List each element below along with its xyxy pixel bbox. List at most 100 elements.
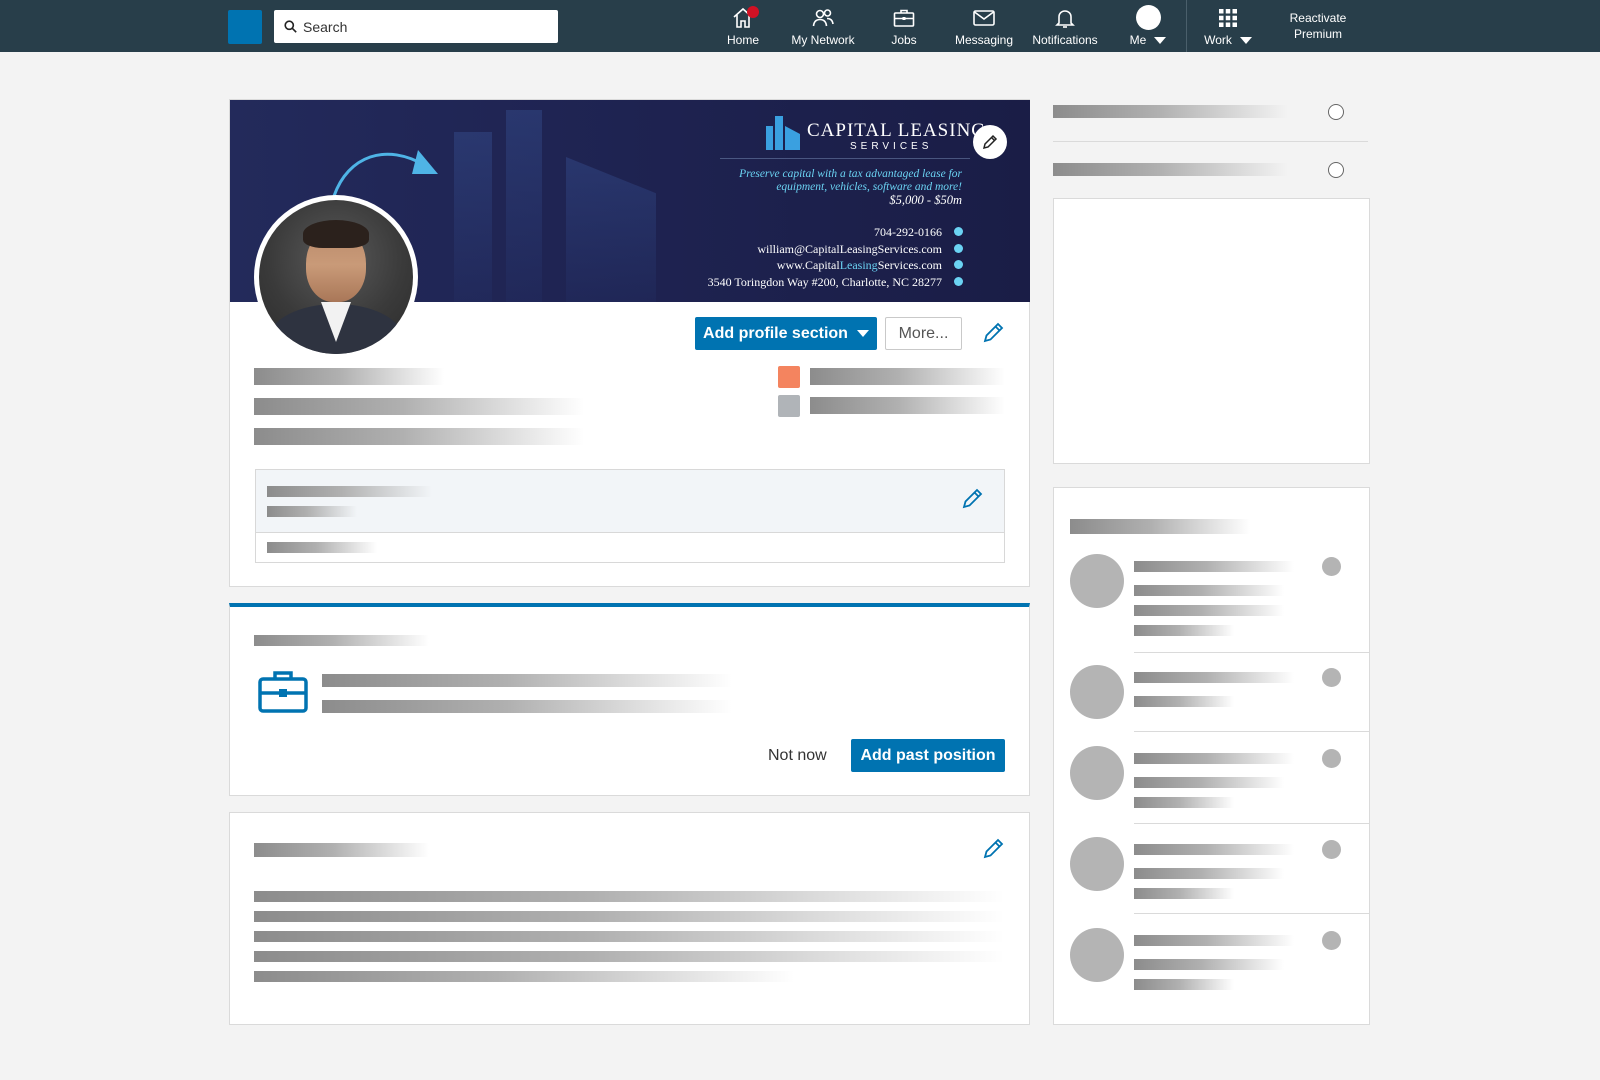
placeholder-text <box>254 891 1004 902</box>
globe-icon <box>954 260 963 269</box>
linkedin-logo[interactable] <box>228 10 262 44</box>
divider <box>1053 141 1368 142</box>
more-button[interactable]: More... <box>885 317 962 350</box>
nav-jobs-label: Jobs <box>891 33 917 47</box>
search-icon <box>284 20 297 33</box>
add-past-position-button[interactable]: Add past position <box>851 739 1005 772</box>
radio-button[interactable] <box>1328 104 1344 120</box>
connect-dot[interactable] <box>1322 931 1341 950</box>
radio-button[interactable] <box>1328 162 1344 178</box>
nav-my-network[interactable]: My Network <box>788 0 858 52</box>
pencil-icon <box>982 134 998 150</box>
placeholder-headline <box>254 398 584 415</box>
edit-intro-button[interactable] <box>982 320 1006 344</box>
nav-divider <box>1186 0 1187 52</box>
bell-icon <box>1055 10 1075 28</box>
divider <box>1134 913 1370 914</box>
placeholder-location <box>254 428 584 445</box>
add-position-card: Not now Add past position <box>229 603 1030 796</box>
banner-email: william@CapitalLeasingServices.com <box>757 241 942 256</box>
person-avatar[interactable] <box>1070 665 1124 719</box>
profile-photo-image <box>259 200 413 354</box>
placeholder-company <box>810 368 1005 385</box>
edit-about-button[interactable] <box>982 836 1006 860</box>
nav-messaging[interactable]: Messaging <box>954 0 1014 52</box>
envelope-icon <box>973 10 995 26</box>
placeholder-text <box>1134 625 1234 636</box>
nav-messaging-label: Messaging <box>954 33 1014 47</box>
nav-me[interactable]: Me <box>1120 0 1176 52</box>
placeholder-school <box>810 397 1005 414</box>
placeholder-text <box>1134 561 1294 572</box>
person-avatar[interactable] <box>1070 837 1124 891</box>
profile-photo[interactable] <box>254 195 418 359</box>
connect-dot[interactable] <box>1322 668 1341 687</box>
not-now-button[interactable]: Not now <box>768 739 827 772</box>
placeholder-title <box>1070 519 1250 534</box>
grid-icon <box>1219 9 1237 27</box>
placeholder-text <box>1134 797 1234 808</box>
notification-badge <box>747 6 759 18</box>
placeholder-text <box>1134 979 1234 990</box>
arrow-graphic <box>332 150 438 197</box>
banner-building <box>454 132 492 302</box>
divider <box>1134 823 1370 824</box>
tagline-price: $5,000 - $50m <box>889 193 962 207</box>
edit-banner-button[interactable] <box>973 125 1007 159</box>
placeholder-text <box>254 931 1004 942</box>
banner-building <box>566 157 656 302</box>
placeholder-text <box>1134 888 1234 899</box>
placeholder-title <box>254 635 429 646</box>
pencil-icon <box>983 838 1004 859</box>
chevron-down-icon <box>1239 37 1252 45</box>
brand-name: CAPITAL LEASING <box>807 120 987 141</box>
about-card <box>229 812 1030 1025</box>
placeholder-text <box>267 542 377 553</box>
phone-icon <box>954 227 963 236</box>
nav-work[interactable]: Work <box>1198 0 1258 52</box>
person-avatar[interactable] <box>1070 554 1124 608</box>
person-avatar[interactable] <box>1070 746 1124 800</box>
premium-line-2: Premium <box>1293 27 1342 41</box>
nav-jobs[interactable]: Jobs <box>884 0 924 52</box>
connect-dot[interactable] <box>1322 840 1341 859</box>
briefcase-icon <box>893 9 915 27</box>
placeholder-name <box>254 368 444 385</box>
person-avatar[interactable] <box>1070 928 1124 982</box>
reactivate-premium-link[interactable]: Reactivate Premium <box>1272 10 1364 42</box>
placeholder-setting <box>1053 105 1288 118</box>
people-also-viewed-card <box>1053 487 1370 1025</box>
banner-website: www.CapitalLeasingServices.com <box>708 257 942 274</box>
placeholder-text <box>1134 935 1294 946</box>
nav-home[interactable]: Home <box>722 0 764 52</box>
placeholder-text <box>1134 959 1284 970</box>
not-now-label: Not now <box>768 746 827 764</box>
connect-dot[interactable] <box>1322 557 1341 576</box>
placeholder-text <box>1134 672 1294 683</box>
email-icon <box>954 243 963 253</box>
premium-line-1: Reactivate <box>1289 11 1347 25</box>
chevron-down-icon <box>1154 37 1167 45</box>
connect-dot[interactable] <box>1322 749 1341 768</box>
nav-work-label: Work <box>1204 33 1232 47</box>
school-logo-square <box>778 395 800 417</box>
pencil-icon <box>962 488 983 509</box>
location-pin-icon <box>954 276 963 286</box>
add-profile-section-label: Add profile section <box>703 324 848 342</box>
nav-notifications[interactable]: Notifications <box>1030 0 1100 52</box>
edit-open-to-button[interactable] <box>961 486 985 510</box>
search-input[interactable] <box>303 18 543 35</box>
placeholder-text <box>1134 868 1284 879</box>
search-box[interactable] <box>274 10 558 43</box>
banner-contact: 704-292-0166 william@CapitalLeasingServi… <box>708 224 942 290</box>
more-button-label: More... <box>898 324 949 342</box>
banner-building <box>506 110 542 302</box>
placeholder-text <box>267 506 357 517</box>
company-logo-square <box>778 366 800 388</box>
open-to-box <box>255 469 1005 563</box>
add-profile-section-button[interactable]: Add profile section <box>695 317 877 350</box>
people-icon <box>812 9 834 27</box>
placeholder-text <box>1134 605 1284 616</box>
add-past-position-label: Add past position <box>860 746 996 764</box>
banner-phone: 704-292-0166 <box>874 225 942 239</box>
